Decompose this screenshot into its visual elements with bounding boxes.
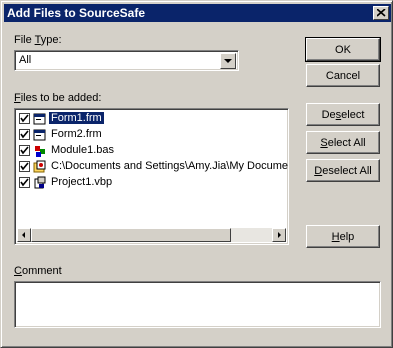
file-name: Project1.vbp	[51, 176, 113, 188]
deselect-all-button[interactable]: Deselect All	[306, 159, 380, 182]
close-button[interactable]	[373, 6, 389, 20]
dialog-title: Add Files to SourceSafe	[7, 6, 146, 20]
file-checkbox[interactable]	[19, 161, 30, 172]
project-file-icon	[33, 176, 47, 190]
scroll-left-button[interactable]	[17, 228, 31, 242]
list-item[interactable]: Form2.frm	[17, 127, 288, 143]
scroll-thumb[interactable]	[31, 228, 231, 242]
select-all-button[interactable]: Select All	[306, 131, 380, 154]
list-item[interactable]: Form1.frm	[17, 111, 288, 127]
horizontal-scrollbar[interactable]	[17, 228, 286, 242]
module-file-icon	[33, 144, 47, 158]
file-type-select[interactable]: All	[14, 50, 239, 71]
checkmark-icon	[20, 178, 29, 187]
close-icon	[377, 9, 386, 17]
file-checkbox[interactable]	[19, 129, 30, 140]
checkmark-icon	[20, 114, 29, 123]
list-item[interactable]: Module1.bas	[17, 143, 288, 159]
file-name: C:\Documents and Settings\Amy.Jia\My Doc…	[51, 160, 289, 172]
arrow-left-icon	[22, 232, 25, 238]
comment-label: Comment	[14, 265, 62, 277]
file-type-dropdown-button[interactable]	[220, 53, 236, 69]
checkmark-icon	[20, 146, 29, 155]
form-file-icon	[33, 112, 47, 126]
comment-textarea[interactable]	[14, 281, 381, 328]
file-type-label: File Type:	[14, 34, 62, 46]
ok-button[interactable]: OK	[305, 37, 381, 62]
cancel-button[interactable]: Cancel	[306, 64, 380, 87]
help-button[interactable]: Help	[306, 225, 380, 248]
file-name: Form2.frm	[51, 128, 102, 140]
list-item[interactable]: C:\Documents and Settings\Amy.Jia\My Doc…	[17, 159, 289, 175]
checkmark-icon	[20, 162, 29, 171]
file-checkbox[interactable]	[19, 113, 30, 124]
arrow-right-icon	[278, 232, 281, 238]
file-name: Form1.frm	[48, 111, 105, 125]
add-files-dialog: Add Files to SourceSafe File Type: All F…	[0, 0, 393, 348]
deselect-button[interactable]: Deselect	[306, 103, 380, 126]
project-group-icon	[33, 160, 47, 174]
title-bar: Add Files to SourceSafe	[4, 4, 391, 22]
scroll-right-button[interactable]	[272, 228, 286, 242]
file-name: Module1.bas	[51, 144, 114, 156]
chevron-down-icon	[224, 59, 232, 63]
files-list[interactable]: Form1.frm Form2.frm Module1.bas C:\Document…	[14, 108, 289, 245]
files-label: Files to be added:	[14, 92, 102, 104]
file-checkbox[interactable]	[19, 177, 30, 188]
list-item[interactable]: Project1.vbp	[17, 175, 288, 191]
form-file-icon	[33, 128, 47, 142]
file-checkbox[interactable]	[19, 145, 30, 156]
checkmark-icon	[20, 130, 29, 139]
file-type-value: All	[19, 54, 32, 66]
